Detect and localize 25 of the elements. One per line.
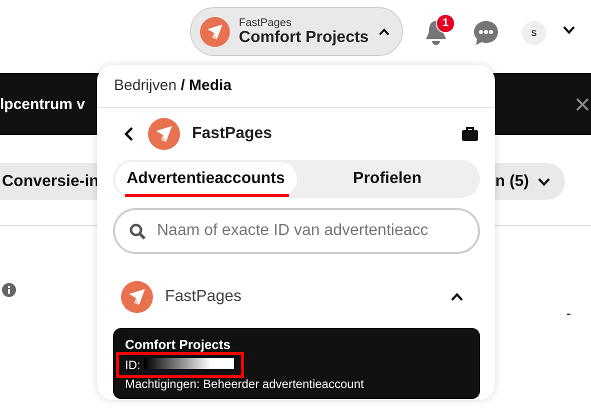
account-name: Comfort Projects <box>238 28 369 46</box>
logo-icon <box>200 14 230 48</box>
account-switcher[interactable]: FastPages Comfort Projects <box>190 7 403 56</box>
business-name: FastPages <box>192 125 274 143</box>
business-name: FastPages <box>165 288 242 306</box>
logo-icon <box>148 118 180 150</box>
search-icon <box>129 223 146 240</box>
permissions-text: Machtigingen: Beheerder advertentieaccount <box>125 377 364 391</box>
business-name: FastPages <box>238 16 292 28</box>
info-icon[interactable] <box>2 283 16 297</box>
breadcrumb: Bedrijven / Media <box>113 76 233 96</box>
back-icon[interactable] <box>124 127 134 141</box>
briefcase-icon[interactable] <box>462 127 478 141</box>
banner-text: lpcentrum v <box>0 96 86 112</box>
close-icon[interactable] <box>576 98 589 110</box>
account-name: Comfort Projects <box>125 337 230 352</box>
value-text: - <box>566 305 571 321</box>
account-id-label: ID: <box>125 358 140 372</box>
tab[interactable]: Advertentieaccounts <box>115 162 296 196</box>
avatar[interactable]: s <box>522 20 546 44</box>
notification-badge: 1 <box>436 14 455 32</box>
search-field[interactable]: Naam of exacte ID van advertentieacc <box>113 208 480 254</box>
account-card[interactable]: Comfort Projects ID: Machtigingen: Beheerder advertentieaccount <box>113 328 480 399</box>
logo-icon <box>121 280 153 312</box>
chat-icon[interactable] <box>473 20 499 46</box>
